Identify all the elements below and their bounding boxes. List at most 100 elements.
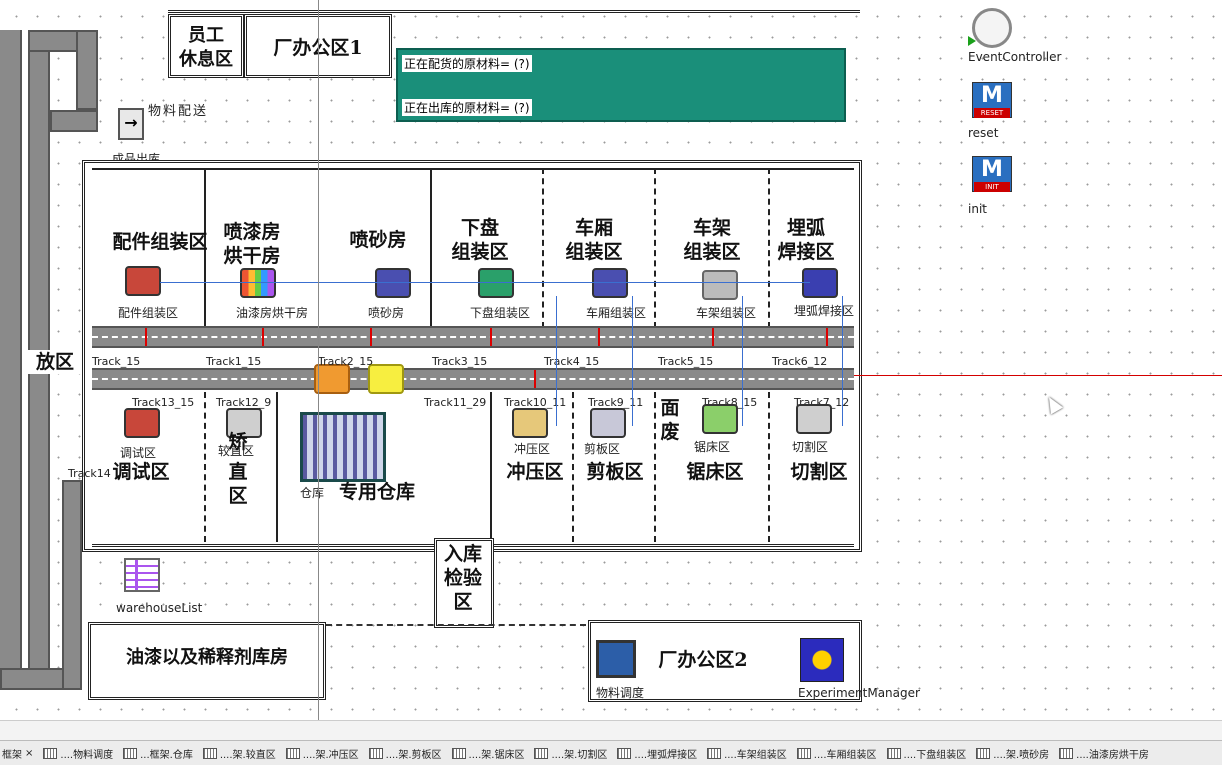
- cutting-station[interactable]: [796, 404, 832, 434]
- track-label-6: Track6_12: [772, 355, 828, 368]
- road-hook-left: [50, 110, 98, 132]
- tab-5[interactable]: ....架.剪板区: [367, 746, 444, 761]
- init-badge: INIT: [974, 182, 1010, 192]
- sawing-station[interactable]: [702, 404, 738, 434]
- event-controller-icon[interactable]: [972, 8, 1012, 48]
- warehouse-icon[interactable]: [300, 412, 386, 482]
- zone-straighten: 直 区: [228, 461, 248, 507]
- sandblast-label: 喷砂房: [368, 306, 405, 320]
- track-label-2: Track2_15: [318, 355, 374, 368]
- tab-13[interactable]: ....油漆房烘干房: [1057, 746, 1151, 761]
- zone-stamping: 冲压区: [506, 461, 564, 483]
- guide-vertical: [318, 0, 319, 720]
- arc-weld-station[interactable]: [802, 268, 838, 298]
- frame-icon: [707, 747, 722, 759]
- carriage-label: 车厢组装区: [586, 306, 647, 320]
- sep-f: [204, 392, 206, 542]
- red-tick-5: [598, 328, 600, 346]
- vehicle-yellow[interactable]: [368, 364, 404, 394]
- zone-inbound-inspect: 入库 检验 区: [443, 543, 482, 613]
- material-dispatch-label: 物料调度: [596, 686, 645, 700]
- road-left-outer: [0, 30, 22, 690]
- track-label-11: Track11_29: [424, 396, 487, 409]
- connector-top: [160, 282, 810, 283]
- arc-weld-label: 埋弧焊接区: [794, 304, 855, 318]
- frame-icon: [617, 747, 632, 759]
- track-label-14: Track14: [68, 467, 111, 480]
- shearing-label: 剪板区: [584, 442, 621, 456]
- sandblast-station[interactable]: [375, 268, 411, 298]
- red-tick-4: [490, 328, 492, 346]
- tab-0[interactable]: 框架 ×: [0, 746, 35, 761]
- red-tick-8: [534, 370, 536, 388]
- tab-8[interactable]: ....埋弧焊接区: [615, 746, 699, 761]
- init-label: init: [968, 202, 987, 216]
- zone-arc-weld: 埋弧 焊接区: [777, 217, 835, 263]
- red-tick-2: [262, 328, 264, 346]
- road-right-vertical: [62, 480, 82, 690]
- tab-6[interactable]: ....架.锯床区: [450, 746, 527, 761]
- parts-assembly-station[interactable]: [125, 266, 161, 296]
- experiment-manager-icon[interactable]: [800, 638, 844, 682]
- paint-dry-station[interactable]: [240, 268, 276, 298]
- reset-label: reset: [968, 126, 999, 140]
- info-line2: 正在出库的原材料= (?): [402, 99, 532, 116]
- frame-icon: [534, 747, 549, 759]
- window-tab-bar: 框架 × ....物料调度 ...框架.仓库 ....架.较直区 ....架.冲压…: [0, 740, 1222, 765]
- frame-icon: [202, 747, 217, 759]
- frame-icon: [796, 747, 811, 759]
- connector-v2: [742, 296, 743, 426]
- chassis-label: 下盘组装区: [470, 306, 531, 320]
- tab-12[interactable]: ....架.喷砂房: [974, 746, 1051, 761]
- close-icon[interactable]: ×: [25, 748, 33, 759]
- tab-4[interactable]: ....架.冲压区: [284, 746, 361, 761]
- debug-station[interactable]: [124, 408, 160, 438]
- warehouse-list-label: warehouseList: [116, 601, 203, 615]
- frame-icon: [123, 747, 138, 759]
- red-tick-1: [145, 328, 147, 346]
- zone-waste: 面 废: [660, 397, 680, 443]
- zone-paint-storage: 油漆以及稀释剂库房: [126, 647, 288, 668]
- sep-g: [276, 392, 278, 542]
- connector-v3: [842, 296, 843, 426]
- warehouse-label: 仓库: [300, 486, 325, 500]
- parts-assembly-label: 配件组装区: [118, 306, 179, 320]
- material-dispatch-icon[interactable]: [596, 640, 636, 678]
- zone-straighten-top: 矫: [228, 431, 248, 453]
- warehouse-list-icon[interactable]: [124, 558, 160, 592]
- track-top-row[interactable]: [92, 326, 854, 348]
- tab-9[interactable]: ....车架组装区: [705, 746, 789, 761]
- tab-7[interactable]: ....架.切割区: [532, 746, 609, 761]
- mouse-cursor-icon: [1042, 393, 1064, 415]
- frame-icon: [43, 747, 58, 759]
- stamping-station[interactable]: [512, 408, 548, 438]
- sep-h: [572, 392, 574, 542]
- sep-d: [654, 168, 656, 328]
- frame-station[interactable]: [702, 270, 738, 300]
- horizontal-scrollbar[interactable]: [0, 720, 1222, 741]
- tab-1[interactable]: ....物料调度: [41, 746, 115, 761]
- sawing-label: 锯床区: [694, 440, 731, 454]
- track-label-1: Track1_15: [206, 355, 262, 368]
- tab-11[interactable]: ....下盘组装区: [885, 746, 969, 761]
- chassis-station[interactable]: [478, 268, 514, 298]
- zone-office2: 厂办公区2: [658, 649, 748, 671]
- zone-carriage: 车厢 组装区: [565, 217, 623, 263]
- shearing-station[interactable]: [590, 408, 626, 438]
- carriage-station[interactable]: [592, 268, 628, 298]
- track-bottom-row[interactable]: [92, 368, 854, 390]
- product-out-icon[interactable]: →: [118, 108, 144, 140]
- paint-dry-label: 油漆房烘干房: [236, 306, 309, 320]
- model-canvas[interactable]: 员工 休息区 厂办公区1 正在配货的原材料= (?) 正在出库的原材料= (?)…: [0, 0, 1222, 720]
- frame-icon: [285, 747, 300, 759]
- frame-icon: [1059, 747, 1074, 759]
- zone-cutting: 切割区: [790, 461, 848, 483]
- guide-horizontal-red: [854, 375, 1222, 376]
- zone-chassis: 下盘 组装区: [451, 217, 509, 263]
- tab-10[interactable]: ....车厢组装区: [795, 746, 879, 761]
- vehicle-orange[interactable]: [314, 364, 350, 394]
- frame-icon: [368, 747, 383, 759]
- tab-2[interactable]: ...框架.仓库: [121, 746, 195, 761]
- tab-3[interactable]: ....架.较直区: [201, 746, 278, 761]
- dashed-link: [326, 624, 586, 626]
